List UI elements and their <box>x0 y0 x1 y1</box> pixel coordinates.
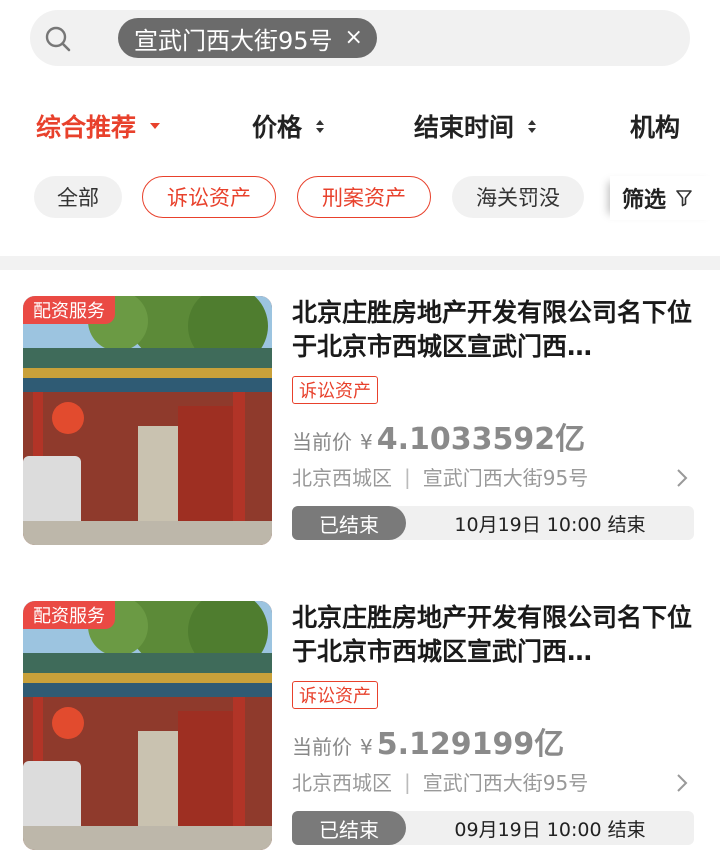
caret-down-icon <box>150 123 161 129</box>
location-separator: | <box>404 769 411 794</box>
sort-end-time[interactable]: 结束时间 <box>414 108 537 144</box>
financing-service-badge: 配资服务 <box>23 601 115 629</box>
sort-arrows-icon <box>316 119 325 133</box>
district: 北京西城区 <box>292 466 392 490</box>
price-label: 当前价 <box>292 735 352 759</box>
sort-price-label: 价格 <box>252 113 303 142</box>
end-time: 09月19日 10:00 结束 <box>454 818 646 841</box>
price-label: 当前价 <box>292 430 352 454</box>
address: 宣武门西大街95号 <box>422 466 589 490</box>
search-query-chip[interactable]: 宣武门西大街95号 × <box>118 18 377 58</box>
currency-symbol: ¥ <box>360 735 373 759</box>
search-icon <box>45 26 71 52</box>
location-row: 北京西城区 | 宣武门西大街95号 <box>292 767 588 796</box>
search-bar[interactable]: 宣武门西大街95号 × <box>30 10 690 66</box>
chevron-right-icon[interactable] <box>676 468 688 488</box>
financing-service-badge: 配资服务 <box>23 296 115 324</box>
listing-card[interactable]: 配资服务 北京庄胜房地产开发有限公司名下位于北京市西城区宣武门西… 诉讼资产 当… <box>0 296 720 556</box>
listing-title[interactable]: 北京庄胜房地产开发有限公司名下位于北京市西城区宣武门西… <box>292 296 692 364</box>
auction-status-bar: 已结束 10月19日 10:00 结束 <box>292 506 694 540</box>
location-row: 北京西城区 | 宣武门西大街95号 <box>292 462 588 491</box>
price-row: 当前价 ¥ 5.129199亿 <box>292 719 564 763</box>
location-separator: | <box>404 464 411 489</box>
asset-type-tag: 诉讼资产 <box>292 681 378 709</box>
sort-bar: 综合推荐 价格 结束时间 机构 <box>0 104 720 148</box>
listing-thumbnail[interactable]: 配资服务 <box>23 296 272 545</box>
filter-button[interactable]: 筛选 <box>610 176 720 220</box>
filter-pill-criminal[interactable]: 刑案资产 <box>297 176 431 218</box>
listing-card[interactable]: 配资服务 北京庄胜房地产开发有限公司名下位于北京市西城区宣武门西… 诉讼资产 当… <box>0 601 720 861</box>
current-price: 5.129199亿 <box>376 727 565 762</box>
filter-pill-customs[interactable]: 海关罚没 <box>452 176 584 218</box>
sort-institution[interactable]: 机构 <box>630 108 680 144</box>
filter-pill-all[interactable]: 全部 <box>34 176 122 218</box>
district: 北京西城区 <box>292 771 392 795</box>
filter-pill-litigation[interactable]: 诉讼资产 <box>142 176 276 218</box>
sort-price[interactable]: 价格 <box>252 108 325 144</box>
sort-comprehensive-label: 综合推荐 <box>36 113 137 142</box>
listing-thumbnail[interactable]: 配资服务 <box>23 601 272 850</box>
sort-end-time-label: 结束时间 <box>414 113 515 142</box>
current-price: 4.1033592亿 <box>376 422 586 457</box>
gate-photo <box>23 296 272 545</box>
currency-symbol: ¥ <box>360 430 373 454</box>
filter-button-label: 筛选 <box>622 188 667 213</box>
search-query-text: 宣武门西大街95号 <box>134 26 333 55</box>
sort-comprehensive[interactable]: 综合推荐 <box>36 108 161 144</box>
chevron-right-icon[interactable] <box>676 773 688 793</box>
address: 宣武门西大街95号 <box>422 771 589 795</box>
funnel-icon <box>676 190 692 207</box>
price-row: 当前价 ¥ 4.1033592亿 <box>292 414 585 458</box>
auction-status-bar: 已结束 09月19日 10:00 结束 <box>292 811 694 845</box>
sort-institution-label: 机构 <box>630 113 681 142</box>
asset-type-tag: 诉讼资产 <box>292 376 378 404</box>
gate-photo <box>23 601 272 850</box>
listing-title[interactable]: 北京庄胜房地产开发有限公司名下位于北京市西城区宣武门西… <box>292 601 692 669</box>
filter-bar: 全部 诉讼资产 刑案资产 海关罚没 筛选 <box>0 176 720 222</box>
status-badge: 已结束 <box>292 506 406 540</box>
status-badge: 已结束 <box>292 811 406 845</box>
section-divider <box>0 256 720 270</box>
sort-arrows-icon <box>528 119 537 133</box>
end-time: 10月19日 10:00 结束 <box>454 513 646 536</box>
clear-search-icon[interactable]: × <box>345 27 363 49</box>
